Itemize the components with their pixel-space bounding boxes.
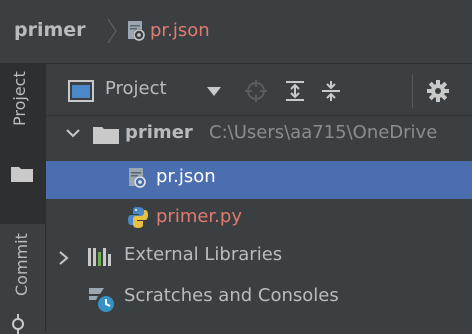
tree-item-external-libraries[interactable]: External Libraries bbox=[124, 244, 282, 265]
scratches-icon bbox=[89, 288, 114, 312]
collapse-all-icon[interactable] bbox=[320, 80, 342, 102]
expand-all-icon[interactable] bbox=[284, 80, 306, 102]
project-view-selector[interactable]: Project bbox=[105, 78, 167, 99]
json-file-icon bbox=[129, 168, 146, 188]
tree-root-path: C:\Users\aa715\OneDrive bbox=[209, 122, 438, 143]
tree-item-label: pr.json bbox=[156, 166, 216, 187]
tab-project-label: Project bbox=[10, 71, 29, 126]
dropdown-arrow-icon[interactable] bbox=[206, 85, 222, 97]
tree-root-name: primer bbox=[125, 122, 193, 143]
tree-item-label[interactable]: primer.py bbox=[156, 206, 242, 227]
folder-icon bbox=[93, 127, 119, 144]
toolbar-divider bbox=[412, 74, 413, 108]
library-icon bbox=[88, 248, 111, 266]
breadcrumb-separator-icon bbox=[107, 18, 117, 44]
breadcrumb-file[interactable]: pr.json bbox=[150, 20, 210, 41]
gear-icon[interactable] bbox=[426, 79, 450, 103]
locate-icon[interactable] bbox=[244, 79, 268, 103]
python-file-icon bbox=[128, 207, 148, 228]
tab-commit-label[interactable]: Commit bbox=[12, 233, 31, 296]
tree-item-pr-json[interactable] bbox=[46, 161, 472, 199]
json-file-icon bbox=[128, 21, 145, 41]
tree-item-scratches[interactable]: Scratches and Consoles bbox=[124, 285, 339, 306]
window-icon[interactable] bbox=[68, 80, 94, 102]
chevron-down-icon[interactable] bbox=[64, 124, 82, 142]
breadcrumb-project[interactable]: primer bbox=[14, 19, 86, 41]
folder-icon[interactable] bbox=[10, 165, 34, 183]
commit-icon[interactable] bbox=[8, 314, 28, 334]
chevron-right-icon[interactable] bbox=[56, 250, 70, 266]
